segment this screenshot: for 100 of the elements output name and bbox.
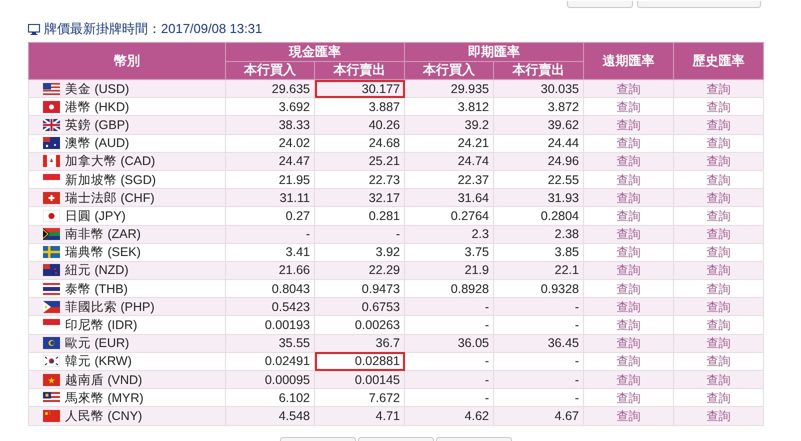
currency-name: 南非幣 (ZAR) xyxy=(65,226,141,242)
currency-name: 菲國比索 (PHP) xyxy=(65,298,154,315)
rate-cell: 2.38 xyxy=(494,225,584,244)
rate-cell: 0.5423 xyxy=(226,298,314,316)
rate-cell: - xyxy=(494,316,584,334)
rate-cell: 4.548 xyxy=(226,406,314,426)
flag-icon xyxy=(43,410,60,422)
flag-icon xyxy=(43,337,60,350)
rate-cell: 0.00145 xyxy=(314,370,404,389)
rate-cell: 24.47 xyxy=(226,152,314,170)
flag-icon xyxy=(43,192,60,204)
rate-cell: 31.11 xyxy=(226,188,314,207)
rate-cell: 0.00263 xyxy=(314,316,404,334)
flag-icon xyxy=(43,392,60,404)
currency-name: 人民幣 (CNY) xyxy=(65,408,142,424)
flag-icon xyxy=(43,246,60,258)
currency-name: 瑞典幣 (SEK) xyxy=(65,244,141,260)
rate-cell: 4.62 xyxy=(404,406,494,426)
rate-cell: 24.02 xyxy=(226,134,314,152)
rate-cell: 32.17 xyxy=(314,188,404,207)
currency-name: 馬來幣 (MYR) xyxy=(65,390,144,406)
rate-cell: 39.2 xyxy=(404,116,494,134)
rate-cell: 4.71 xyxy=(314,406,404,426)
rate-cell: 4.67 xyxy=(494,406,584,426)
rate-cell: 0.00095 xyxy=(226,370,314,389)
rate-cell: 30.035 xyxy=(494,80,584,98)
rate-cell: 25.21 xyxy=(314,152,404,170)
rate-cell: 21.9 xyxy=(404,261,494,280)
rate-cell: 0.2764 xyxy=(404,206,494,225)
rate-cell: 30.177 xyxy=(314,80,404,98)
currency-name: 越南盾 (VND) xyxy=(65,372,142,388)
currency-name: 加拿大幣 (CAD) xyxy=(65,153,156,170)
column-header: 歷史匯率 xyxy=(674,42,764,80)
flag-icon xyxy=(43,282,60,295)
rate-cell: 36.7 xyxy=(314,334,404,352)
rate-cell: 24.21 xyxy=(404,134,494,152)
rate-cell: 38.33 xyxy=(226,116,314,134)
rate-cell: - xyxy=(494,370,584,389)
page-button[interactable] xyxy=(567,1,633,8)
rate-cell: 24.44 xyxy=(494,134,584,152)
column-header: 遠期匯率 xyxy=(584,42,674,80)
column-header: 本行賣出 xyxy=(494,61,584,80)
rate-cell: 36.45 xyxy=(494,334,584,352)
rate-cell: 3.85 xyxy=(494,243,584,262)
flag-icon xyxy=(43,118,60,131)
rate-cell: - xyxy=(404,298,494,316)
column-header: 幣別 xyxy=(28,42,226,80)
column-header: 現金匯率 xyxy=(226,42,404,61)
rate-cell: 0.6753 xyxy=(314,298,404,316)
rate-cell: 24.68 xyxy=(314,134,404,152)
currency-name: 歐元 (EUR) xyxy=(65,335,130,352)
flag-icon xyxy=(43,300,60,313)
rate-cell: 3.41 xyxy=(226,243,314,262)
column-header: 本行買入 xyxy=(404,61,494,80)
rate-cell: 3.92 xyxy=(314,243,404,262)
flag-icon xyxy=(43,210,60,222)
flag-icon xyxy=(43,100,60,113)
rate-cell: 3.75 xyxy=(404,243,494,262)
rate-cell: 35.55 xyxy=(226,334,314,352)
rate-cell: - xyxy=(226,225,314,244)
monitor-icon xyxy=(28,24,40,34)
flag-icon xyxy=(43,355,60,368)
rate-cell: 0.02881 xyxy=(314,352,404,370)
currency-name: 瑞士法郎 (CHF) xyxy=(65,190,154,206)
currency-name: 美金 (USD) xyxy=(65,80,130,97)
currency-name: 印尼幣 (IDR) xyxy=(65,317,138,334)
rate-cell: 0.281 xyxy=(314,206,404,225)
rate-cell: 2.3 xyxy=(404,225,494,244)
column-header: 本行買入 xyxy=(226,61,314,80)
rate-cell: 36.05 xyxy=(404,334,494,352)
flag-icon xyxy=(43,228,60,240)
rate-cell: - xyxy=(314,225,404,244)
currency-name: 泰幣 (THB) xyxy=(65,280,128,297)
update-time: 牌價最新掛牌時間：2017/09/08 13:31 xyxy=(44,20,262,38)
rate-cell: 22.29 xyxy=(314,261,404,280)
rate-cell: - xyxy=(494,298,584,316)
page-button[interactable] xyxy=(637,1,761,8)
column-header: 即期匯率 xyxy=(404,42,584,61)
rate-cell: 24.96 xyxy=(494,152,584,170)
flag-icon xyxy=(43,374,60,386)
currency-name: 紐元 (NZD) xyxy=(65,262,128,278)
rate-cell: 21.66 xyxy=(226,261,314,280)
flag-icon xyxy=(43,155,60,168)
currency-name: 英鎊 (GBP) xyxy=(65,116,130,133)
flag-icon xyxy=(43,264,60,276)
rate-cell: 40.26 xyxy=(314,116,404,134)
rate-cell: 29.635 xyxy=(226,80,314,98)
flag-icon xyxy=(43,82,60,95)
rate-cell: 31.93 xyxy=(494,188,584,207)
currency-name: 新加坡幣 (SGD) xyxy=(65,172,156,188)
rate-cell: 0.00193 xyxy=(226,316,314,334)
rate-cell: 29.935 xyxy=(404,80,494,98)
rate-cell: 39.62 xyxy=(494,116,584,134)
column-header: 本行賣出 xyxy=(314,61,404,80)
flag-icon xyxy=(43,137,60,150)
currency-name: 港幣 (HKD) xyxy=(65,98,130,115)
rate-cell: 0.27 xyxy=(226,206,314,225)
rate-cell: 31.64 xyxy=(404,188,494,207)
rate-cell: - xyxy=(404,316,494,334)
currency-name: 日圓 (JPY) xyxy=(65,208,126,224)
